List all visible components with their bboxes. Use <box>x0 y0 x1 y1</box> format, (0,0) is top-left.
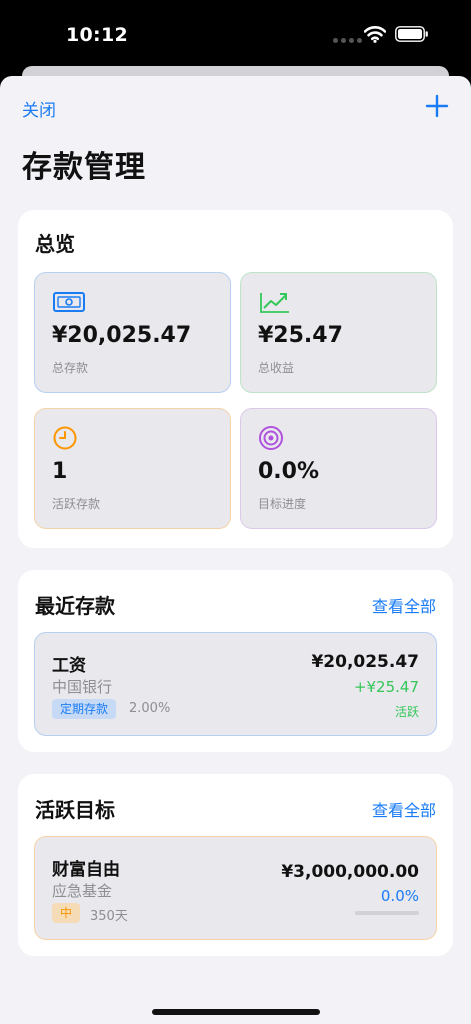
goal-target-amount: ¥3,000,000.00 <box>281 862 419 882</box>
stat-label: 总存款 <box>52 361 89 375</box>
overview-card: 总览 ¥20,025.47 总存款 ¥25.47 总收益 1 活跃存款 0.0%… <box>18 210 453 548</box>
overview-title: 总览 <box>35 232 75 256</box>
active-goals-card: 活跃目标 查看全部 财富自由 应急基金 中 350天 ¥3,000,000.00… <box>18 774 453 956</box>
goals-title: 活跃目标 <box>35 798 115 822</box>
recent-title: 最近存款 <box>35 594 115 618</box>
goal-days: 350天 <box>90 909 128 924</box>
deposit-rate: 2.00% <box>129 701 171 716</box>
stat-goal-progress[interactable]: 0.0% 目标进度 <box>240 408 437 529</box>
page-title: 存款管理 <box>22 150 146 185</box>
stat-label: 活跃存款 <box>52 497 101 511</box>
deposit-item[interactable]: 工资 中国银行 定期存款 2.00% ¥20,025.47 +¥25.47 活跃 <box>34 632 437 736</box>
stat-value: 1 <box>52 459 68 484</box>
view-all-deposits-link[interactable]: 查看全部 <box>372 593 436 617</box>
deposit-name: 工资 <box>52 656 86 676</box>
goal-name: 财富自由 <box>52 860 120 880</box>
stat-label: 总收益 <box>258 361 295 375</box>
signal-icon <box>333 38 362 43</box>
banknote-icon <box>53 292 85 312</box>
stat-value: 0.0% <box>258 459 320 484</box>
goal-category: 应急基金 <box>52 882 113 900</box>
view-all-goals-link[interactable]: 查看全部 <box>372 797 436 821</box>
wifi-icon <box>364 26 386 43</box>
deposit-status: 活跃 <box>394 705 419 719</box>
stat-value: ¥20,025.47 <box>52 323 192 348</box>
recent-deposits-card: 最近存款 查看全部 工资 中国银行 定期存款 2.00% ¥20,025.47 … <box>18 570 453 752</box>
deposit-type-tag: 定期存款 <box>52 699 117 719</box>
deposit-bank: 中国银行 <box>52 678 113 696</box>
stat-value: ¥25.47 <box>258 323 343 348</box>
goal-priority-tag: 中 <box>52 903 81 923</box>
goal-progress-text: 0.0% <box>380 887 419 905</box>
battery-icon <box>395 26 428 42</box>
trend-up-icon <box>260 293 289 313</box>
goal-item[interactable]: 财富自由 应急基金 中 350天 ¥3,000,000.00 0.0% <box>34 836 437 940</box>
plus-icon[interactable] <box>423 92 451 120</box>
deposit-earnings: +¥25.47 <box>353 678 419 696</box>
clock-icon <box>53 426 77 450</box>
stat-label: 目标进度 <box>258 497 307 511</box>
stat-total-deposit[interactable]: ¥20,025.47 总存款 <box>34 272 231 393</box>
status-bar: 10:12 <box>0 0 471 66</box>
stat-active-deposits[interactable]: 1 活跃存款 <box>34 408 231 529</box>
deposit-amount: ¥20,025.47 <box>311 652 419 672</box>
status-time: 10:12 <box>66 24 128 46</box>
home-indicator[interactable] <box>152 1009 320 1015</box>
close-button[interactable]: 关闭 <box>22 96 56 121</box>
goal-progress-bar <box>355 911 419 915</box>
target-icon <box>259 426 283 450</box>
deposit-sheet: 关闭 存款管理 总览 ¥20,025.47 总存款 ¥25.47 总收益 1 活… <box>0 76 471 1024</box>
stat-total-earnings[interactable]: ¥25.47 总收益 <box>240 272 437 393</box>
